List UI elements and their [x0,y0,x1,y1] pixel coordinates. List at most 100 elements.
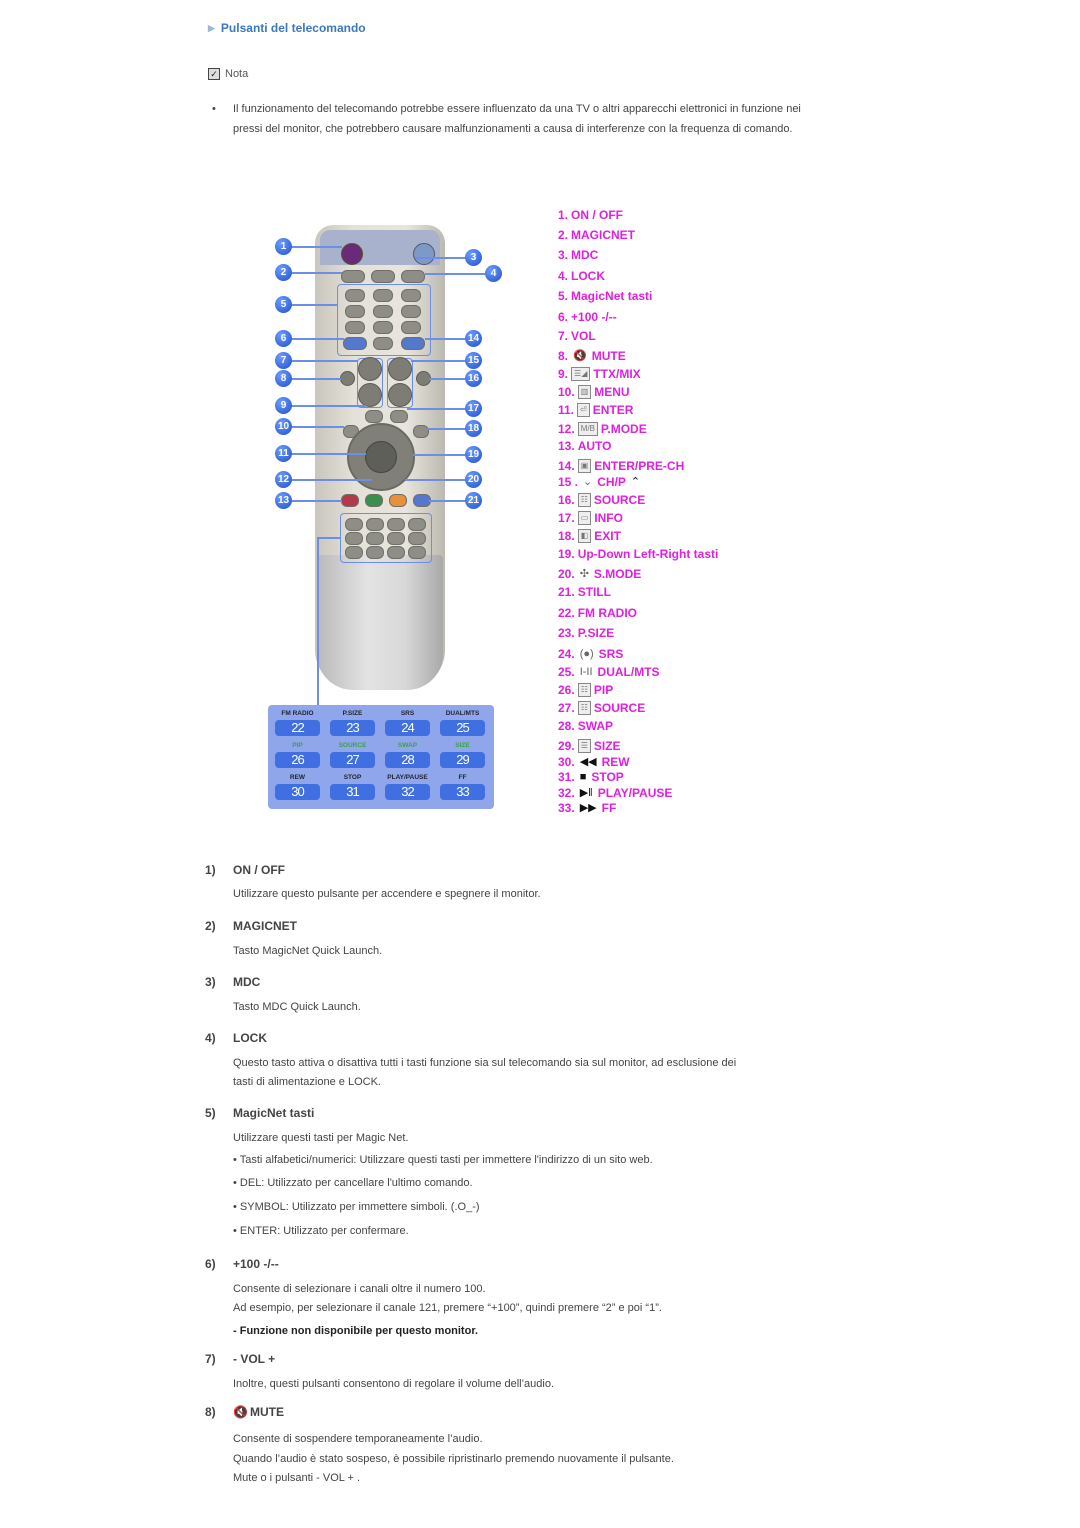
legend-item: 19. Up-Down Left-Right tasti [558,547,718,561]
callout-19: 19 [465,446,482,463]
note-bullet-text: Il funzionamento del telecomando potrebb… [233,103,801,135]
legend-item-label: SOURCE [593,701,646,715]
ttx-mix-icon: ☰◢ [571,367,591,381]
legend-item: 26. ☷ PIP [558,683,613,697]
remote-btn-info [390,410,408,423]
source-icon: ☷ [577,493,591,507]
legend-item-label: SRS [598,647,624,661]
legend-item-number: 16. [558,493,575,507]
note-label: ✓ Nota [208,68,248,80]
callout-line [415,257,468,259]
description-heading: 7) - VOL + [205,1352,275,1366]
legend-item-label: FM RADIO [577,606,638,620]
description-title: MDC [233,975,261,989]
remote-btn-mdc [371,270,395,283]
callout-line [284,500,342,502]
callout-line [411,360,468,362]
legend-item-number: 11. [558,403,575,417]
callout-line [284,360,358,362]
remote-media-key [366,518,384,531]
remote-btn-auto [341,494,359,507]
legend-item: 7. VOL [558,329,596,343]
keypad-number: 32 [385,784,430,800]
size-icon: ☰ [577,739,591,753]
keypad-number: 27 [330,752,375,768]
legend-item: 13. AUTO [558,439,611,453]
legend-item-label: PLAY/PAUSE [597,786,673,800]
remote-btn-magicnet [341,270,365,283]
description-text: • SYMBOL: Utilizzato per immettere simbo… [233,1201,480,1213]
legend-item: 32. ▶‖ PLAY/PAUSE [558,786,672,800]
remote-cover [317,555,443,690]
description-heading: 3) MDC [205,975,260,989]
description-text: Consente di sospendere temporaneamente l… [233,1433,483,1445]
legend-item: 16. ☷ SOURCE [558,493,645,507]
legend-item-label: S.MODE [593,567,642,581]
callout-18: 18 [465,420,482,437]
legend-item-label: AUTO [577,439,612,453]
legend-item-number: 31. [558,770,575,784]
note-bullet: • Il funzionamento del telecomando potre… [212,100,812,139]
legend-item: 22. FM RADIO [558,606,637,620]
mute-icon: 🔇 [573,350,587,362]
legend-item-label: ENTER/PRE-CH [594,459,685,473]
rewind-icon: ◀◀ [579,756,597,768]
legend-item-number: 28. [558,719,575,733]
legend-item-label: ON / OFF [571,208,624,222]
remote-num-key [373,305,393,318]
keypad-label: SOURCE [338,742,367,749]
legend-item-label: MAGICNET [571,228,636,242]
legend-item-label: MENU [594,385,630,399]
legend-item: 21. STILL [558,585,611,599]
callout-21: 21 [465,492,482,509]
callout-line [284,246,342,248]
arrow-right-icon: ▶ [208,22,215,33]
description-number: 7) [205,1352,216,1366]
callout-line [429,378,468,380]
callout-1: 1 [275,238,292,255]
legend-item: 14. ▣ ENTER/PRE-CH [558,459,684,473]
remote-control-image: 1 2 5 6 7 8 9 10 11 12 13 3 4 14 15 16 1… [265,225,515,815]
chevron-down-icon: ⌄ [583,476,593,488]
legend-item: 20. ✣ S.MODE [558,567,641,581]
keypad-label: DUAL/MTS [445,710,480,717]
pre-ch-icon: ▣ [577,459,592,473]
remote-num-key [345,289,365,302]
srs-icon: (●) [579,648,594,660]
legend-item-number: 13. [558,439,575,453]
callout-6: 6 [275,330,292,347]
description-warning: - Funzione non disponibile per questo mo… [233,1325,479,1337]
callout-10: 10 [275,418,292,435]
remote-media-key [345,546,363,559]
description-number: 2) [205,919,216,933]
legend-item-number: 32. [558,786,575,800]
legend-item: 23. P.SIZE [558,626,614,640]
callout-15: 15 [465,352,482,369]
description-text: Utilizzare questi tasti per Magic Net. [233,1132,409,1144]
remote-media-key [345,532,363,545]
keypad-label: SRS [400,710,415,717]
legend-item: 28. SWAP [558,719,613,733]
legend-item-label: VOL [571,329,596,343]
keypad-label: STOP [343,774,362,781]
dual-icon: I-II [579,666,593,678]
keypad-number: 24 [385,720,430,736]
description-heading: 2) MAGICNET [205,919,297,933]
legend-item: 25. I-II DUAL/MTS [558,665,660,679]
legend-item: 11. ⏎ ENTER [558,403,633,417]
legend-item-number: 2. [558,228,569,242]
callout-line [284,272,342,274]
legend-item-number: 18. [558,529,575,543]
legend-item: 29. ☰ SIZE [558,739,621,753]
legend-item-label: STILL [577,585,612,599]
callout-17: 17 [465,400,482,417]
legend-item-label: FF [601,801,617,815]
description-title: MAGICNET [233,919,297,933]
keypad-number: 23 [330,720,375,736]
callout-7: 7 [275,352,292,369]
legend-item-label: ENTER [592,403,634,417]
keypad-label: PLAY/PAUSE [387,774,428,781]
remote-num-key [345,305,365,318]
remote-btn-plus100 [343,337,367,350]
legend-item-number: 5. [558,289,569,303]
